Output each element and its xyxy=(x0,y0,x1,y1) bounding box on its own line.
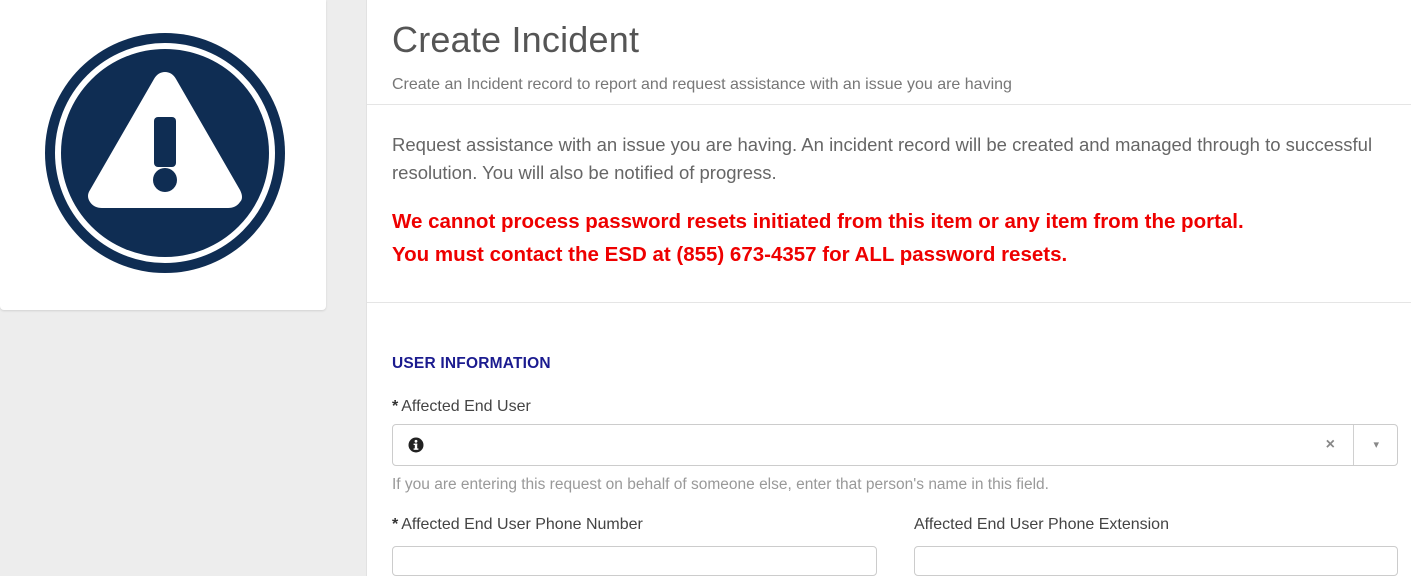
page-header: Create Incident Create an Incident recor… xyxy=(367,0,1411,105)
clear-icon[interactable]: × xyxy=(1326,436,1335,454)
left-card xyxy=(0,0,326,310)
description-text: Request assistance with an issue you are… xyxy=(392,134,1373,183)
main-panel: Create Incident Create an Incident recor… xyxy=(366,0,1411,576)
phone-number-field: * Affected End User Phone Number xyxy=(392,516,643,534)
warning-line-2: You must contact the ESD at (855) 673-43… xyxy=(392,243,1068,266)
incident-form: USER INFORMATION * Affected End User × ▾ … xyxy=(367,303,1411,576)
warning-line-1: We cannot process password resets initia… xyxy=(392,210,1244,233)
password-warning: We cannot process password resets initia… xyxy=(392,205,1387,271)
affected-end-user-help: If you are entering this request on beha… xyxy=(392,476,1049,493)
page-subtitle: Create an Incident record to report and … xyxy=(392,76,1012,93)
phone-number-input[interactable] xyxy=(392,546,877,576)
select-divider xyxy=(1353,425,1354,465)
page-title: Create Incident xyxy=(392,19,640,60)
affected-end-user-select[interactable]: × ▾ xyxy=(392,424,1398,466)
phone-number-label: * Affected End User Phone Number xyxy=(392,516,643,534)
affected-end-user-label-text: Affected End User xyxy=(401,398,531,415)
phone-row: * Affected End User Phone Number Affected… xyxy=(392,516,1398,576)
affected-end-user-label: * Affected End User xyxy=(392,398,1387,416)
required-mark: * xyxy=(392,516,399,533)
phone-number-label-text: Affected End User Phone Number xyxy=(401,516,643,533)
description-section: Request assistance with an issue you are… xyxy=(367,105,1411,303)
phone-extension-label: Affected End User Phone Extension xyxy=(914,516,1169,533)
required-mark: * xyxy=(392,398,399,415)
phone-extension-field: Affected End User Phone Extension xyxy=(914,516,1169,534)
phone-extension-input[interactable] xyxy=(914,546,1398,576)
section-title-user-information: USER INFORMATION xyxy=(392,355,551,372)
info-icon xyxy=(408,437,424,453)
warning-triangle-icon xyxy=(45,33,285,273)
chevron-down-icon[interactable]: ▾ xyxy=(1373,438,1379,451)
